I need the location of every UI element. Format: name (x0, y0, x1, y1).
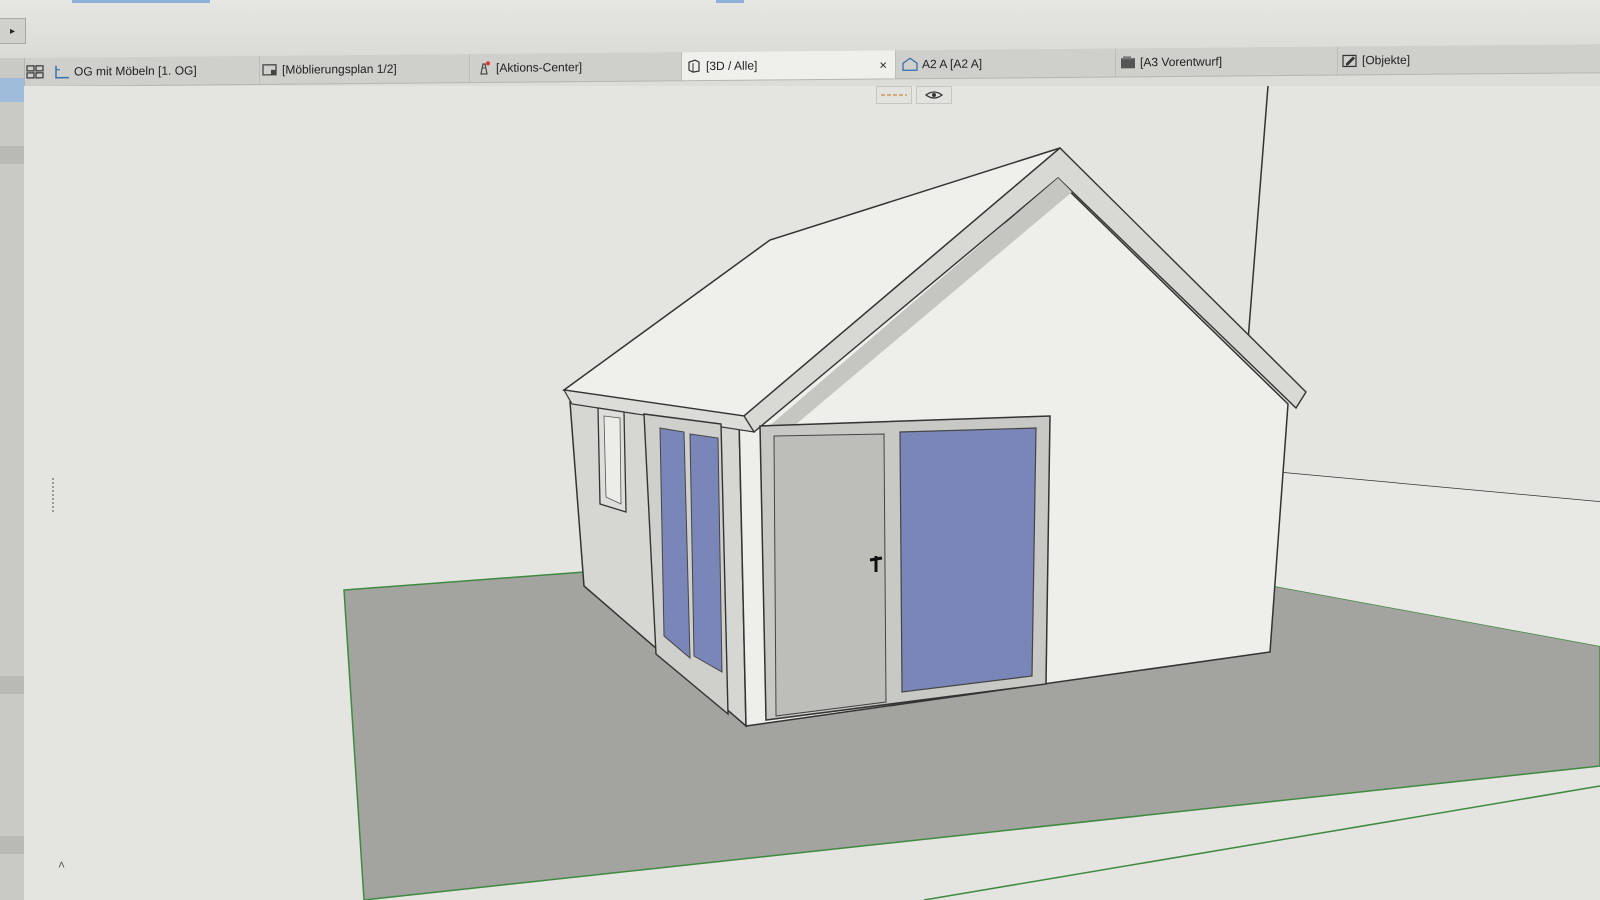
panel-section (0, 676, 24, 694)
tab-a3-vorentwurf[interactable]: [A3 Vorentwurf] (1116, 46, 1338, 77)
tab-aktions-center[interactable]: [Aktions-Center] (470, 52, 682, 83)
tab-label: [Aktions-Center] (496, 60, 583, 75)
front-door-glass-right (899, 427, 1037, 693)
side-window-pane (603, 415, 622, 505)
tab-objekte[interactable]: [Objekte] (1338, 44, 1600, 75)
panel-section (0, 146, 24, 164)
tab-moeblierungsplan[interactable]: [Möblierungsplan 1/2] (260, 54, 470, 84)
action-center-icon (480, 61, 490, 75)
tab-label: A2 A [A2 A] (922, 56, 983, 72)
view-tools (876, 86, 952, 104)
visibility-button[interactable] (916, 86, 952, 104)
selected-tool-indicator (0, 78, 24, 102)
scroll-up-button[interactable]: ˄ (58, 858, 65, 872)
background-wall-edge (1247, 86, 1269, 342)
close-tab-button[interactable]: × (879, 57, 887, 72)
3d-viewport[interactable] (24, 86, 1600, 900)
section-icon (902, 57, 918, 71)
tab-og-mit-moebeln[interactable]: OG mit Möbeln [1. OG] (50, 55, 260, 86)
dashed-line-icon (881, 94, 907, 96)
toolbar-indicator (716, 0, 744, 3)
left-toolbox-panel (0, 58, 25, 900)
panel-section (0, 836, 24, 854)
panel-resize-handle[interactable] (52, 478, 62, 512)
line-type-button[interactable] (876, 86, 912, 104)
tab-a2-a[interactable]: A2 A [A2 A] (896, 48, 1116, 79)
tab-3d-alle[interactable]: [3D / Alle] × (682, 50, 896, 81)
edit-objects-icon (1342, 54, 1357, 68)
layout-icon (262, 64, 277, 76)
floor-plan-icon (55, 65, 69, 79)
active-toolbar-indicator (72, 0, 210, 3)
side-door-glass-right (689, 433, 723, 673)
play-icon: ▸ (9, 25, 16, 37)
sheet-icon (1121, 56, 1135, 69)
tab-label: [Möblierungsplan 1/2] (282, 61, 397, 77)
front-door-leaf-left (773, 433, 887, 717)
3d-view-icon (688, 59, 700, 73)
tab-label: [3D / Alle] (706, 58, 758, 74)
tab-label: [Objekte] (1362, 52, 1411, 68)
eye-icon (924, 91, 944, 99)
play-button[interactable]: ▸ (0, 18, 26, 44)
grid-icon (26, 65, 44, 79)
grid-menu-button[interactable] (22, 58, 48, 86)
tab-label: [A3 Vorentwurf] (1140, 54, 1223, 70)
3d-scene[interactable] (24, 86, 1600, 900)
tab-label: OG mit Möbeln [1. OG] (74, 63, 197, 79)
